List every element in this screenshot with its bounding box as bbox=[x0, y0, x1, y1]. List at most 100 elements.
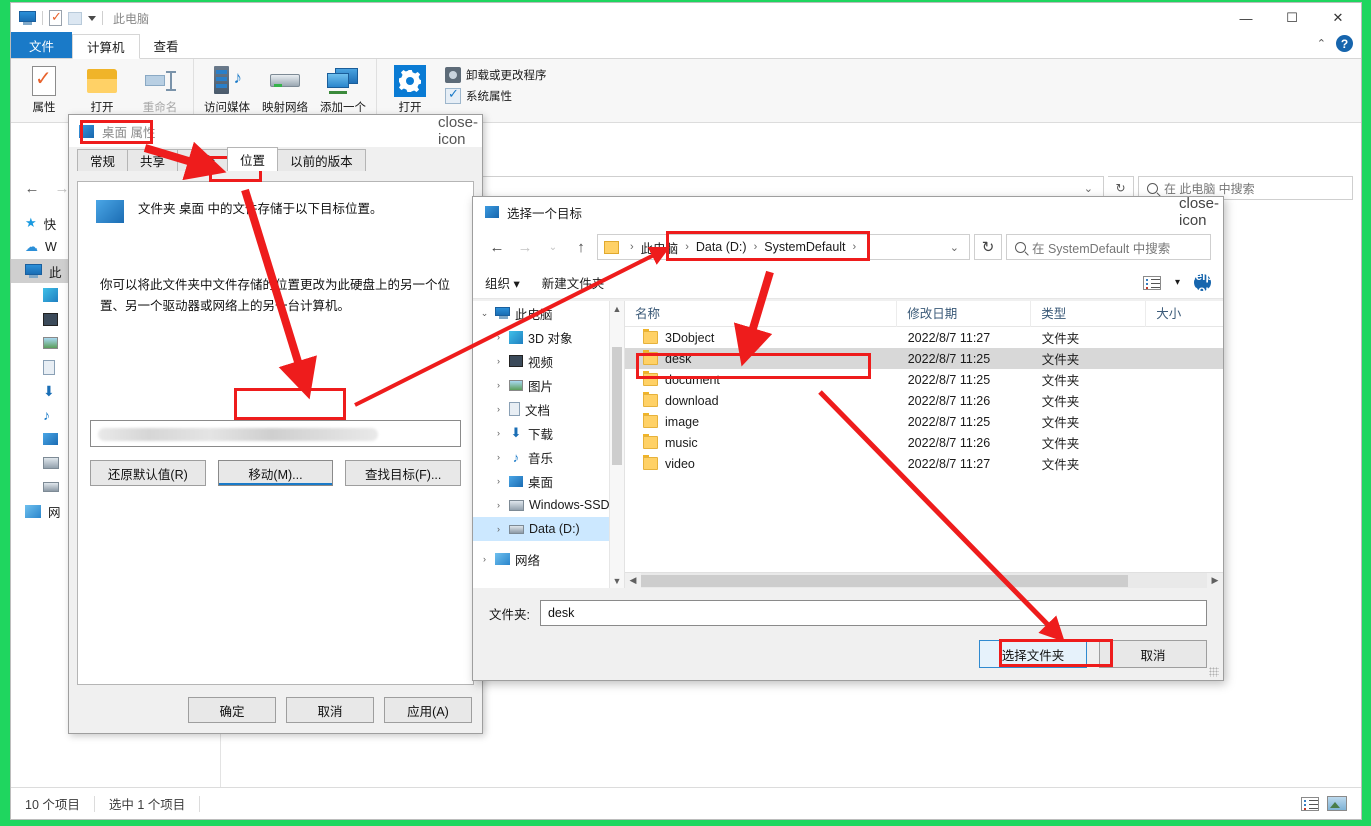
tree-item-pictures[interactable]: › 图片 bbox=[473, 373, 624, 397]
move-button[interactable]: 移动(M)... bbox=[217, 460, 334, 486]
ribbon-open-settings-button[interactable]: 打开 bbox=[383, 62, 437, 115]
forward-arrow-icon[interactable]: → bbox=[513, 235, 537, 259]
ribbon-system-properties-item[interactable]: 系统属性 bbox=[445, 86, 547, 104]
ribbon-access-media-button[interactable]: ♪ 访问媒体 bbox=[200, 62, 254, 115]
address-dropdown-icon[interactable]: ⌄ bbox=[1078, 182, 1099, 195]
organize-menu-button[interactable]: 组织 ▾ bbox=[485, 273, 520, 292]
chevron-right-icon[interactable]: › bbox=[493, 524, 504, 534]
tree-item-windows-ssd[interactable]: › Windows-SSD bbox=[473, 493, 624, 517]
ribbon-uninstall-item[interactable]: 卸载或更改程序 bbox=[445, 67, 547, 83]
chevron-right-icon[interactable]: › bbox=[493, 356, 504, 366]
tree-item-this-pc[interactable]: ⌄ 此电脑 bbox=[473, 301, 624, 325]
chevron-right-icon[interactable]: › bbox=[493, 404, 504, 414]
tree-item-data-d[interactable]: › Data (D:) bbox=[473, 517, 624, 541]
close-button[interactable]: ✕ bbox=[1315, 3, 1361, 33]
new-folder-button[interactable]: 新建文件夹 bbox=[542, 273, 605, 292]
tab-view[interactable]: 查看 bbox=[140, 33, 193, 58]
column-header-name[interactable]: 名称 bbox=[625, 301, 898, 327]
tree-scrollbar[interactable]: ▲ ▼ bbox=[609, 301, 624, 588]
tree-item-documents[interactable]: › 文档 bbox=[473, 397, 624, 421]
folder-name-input[interactable]: desk bbox=[539, 600, 1207, 626]
ribbon-open-button[interactable]: 打开 bbox=[75, 62, 129, 115]
chevron-right-icon[interactable]: › bbox=[493, 332, 504, 342]
breadcrumb-data-drive[interactable]: Data (D:) bbox=[696, 240, 747, 254]
tab-security[interactable]: 安全 bbox=[177, 149, 229, 171]
breadcrumb-this-pc[interactable]: 此电脑 bbox=[641, 238, 679, 257]
tab-file[interactable]: 文件 bbox=[11, 32, 73, 58]
scroll-down-icon[interactable]: ▼ bbox=[610, 573, 624, 588]
apply-button[interactable]: 应用(A) bbox=[384, 697, 472, 723]
table-row[interactable]: image 2022/8/7 11:25 文件夹 bbox=[625, 411, 1223, 432]
monitor-icon[interactable] bbox=[19, 11, 36, 25]
scroll-track[interactable] bbox=[641, 572, 1207, 589]
scroll-thumb[interactable] bbox=[641, 574, 1128, 587]
chevron-right-icon[interactable]: › bbox=[493, 476, 504, 486]
column-header-size[interactable]: 大小 bbox=[1146, 301, 1223, 327]
scroll-up-icon[interactable]: ▲ bbox=[610, 301, 624, 316]
close-icon[interactable]: close-icon bbox=[1179, 195, 1221, 229]
large-icons-view-icon[interactable] bbox=[1327, 796, 1347, 811]
tab-general[interactable]: 常规 bbox=[77, 149, 129, 171]
chevron-down-icon[interactable]: ⌄ bbox=[479, 308, 490, 319]
chevron-down-icon[interactable] bbox=[88, 15, 96, 21]
tree-item-downloads[interactable]: › ⬇ 下载 bbox=[473, 421, 624, 445]
scroll-left-icon[interactable]: ◀ bbox=[625, 575, 641, 586]
chevron-right-icon[interactable]: › bbox=[493, 380, 504, 390]
resize-grip-icon[interactable] bbox=[1209, 667, 1219, 677]
close-icon[interactable]: close-icon bbox=[438, 114, 478, 148]
recent-locations-icon[interactable]: ⌄ bbox=[541, 235, 565, 259]
back-arrow-icon[interactable]: ← bbox=[485, 235, 509, 259]
properties-checkmark-icon[interactable] bbox=[49, 9, 62, 26]
chevron-right-icon[interactable]: › bbox=[493, 428, 504, 438]
scroll-thumb[interactable] bbox=[612, 347, 622, 465]
breadcrumb-systemdefault[interactable]: SystemDefault bbox=[764, 240, 845, 254]
tab-sharing[interactable]: 共享 bbox=[127, 149, 179, 171]
view-options-icon[interactable] bbox=[1142, 275, 1161, 290]
location-path-input[interactable] bbox=[90, 420, 461, 447]
table-row[interactable]: download 2022/8/7 11:26 文件夹 bbox=[625, 390, 1223, 411]
horizontal-scrollbar[interactable]: ◀ ▶ bbox=[625, 572, 1223, 589]
tree-item-network[interactable]: › 网络 bbox=[473, 547, 624, 571]
chevron-right-icon[interactable]: › bbox=[493, 500, 504, 510]
chevron-down-icon[interactable]: ⌄ bbox=[944, 241, 965, 254]
chevron-right-icon[interactable]: › bbox=[479, 554, 490, 564]
cancel-button[interactable]: 取消 bbox=[286, 697, 374, 723]
tab-computer[interactable]: 计算机 bbox=[72, 34, 140, 59]
back-arrow-icon[interactable]: ← bbox=[19, 175, 45, 201]
find-target-button[interactable]: 查找目标(F)... bbox=[345, 460, 462, 486]
tree-item-3d-objects[interactable]: › 3D 对象 bbox=[473, 325, 624, 349]
ribbon-map-network-button[interactable]: 映射网络 bbox=[258, 62, 312, 115]
ribbon-rename-button[interactable]: 重命名 bbox=[133, 62, 187, 115]
tab-location[interactable]: 位置 bbox=[227, 147, 279, 171]
cancel-button[interactable]: 取消 bbox=[1099, 640, 1207, 668]
table-row[interactable]: 3Dobject 2022/8/7 11:27 文件夹 bbox=[625, 327, 1223, 348]
tree-item-music[interactable]: › ♪ 音乐 bbox=[473, 445, 624, 469]
table-row[interactable]: document 2022/8/7 11:25 文件夹 bbox=[625, 369, 1223, 390]
restore-default-button[interactable]: 还原默认值(R) bbox=[90, 460, 206, 486]
ribbon-properties-button[interactable]: 属性 bbox=[17, 62, 71, 115]
picker-search-input[interactable]: 在 SystemDefault 中搜索 bbox=[1006, 234, 1211, 260]
ok-button[interactable]: 确定 bbox=[188, 697, 276, 723]
select-folder-button[interactable]: 选择文件夹 bbox=[979, 640, 1087, 668]
table-row[interactable]: video 2022/8/7 11:27 文件夹 bbox=[625, 453, 1223, 474]
collapse-ribbon-icon[interactable]: ⌃ bbox=[1317, 37, 1326, 50]
maximize-button[interactable]: ☐ bbox=[1269, 3, 1315, 33]
table-row[interactable]: music 2022/8/7 11:26 文件夹 bbox=[625, 432, 1223, 453]
up-arrow-icon[interactable]: ↑ bbox=[569, 235, 593, 259]
tab-previous-versions[interactable]: 以前的版本 bbox=[277, 149, 366, 171]
details-view-icon[interactable] bbox=[1301, 796, 1319, 811]
table-row[interactable]: desk 2022/8/7 11:25 文件夹 bbox=[625, 348, 1223, 369]
ribbon-add-network-location-button[interactable]: 添加一个 bbox=[316, 62, 370, 115]
tree-item-desktop[interactable]: › 桌面 bbox=[473, 469, 624, 493]
breadcrumb[interactable]: › 此电脑 › Data (D:) › SystemDefault › ⌄ bbox=[597, 234, 970, 260]
refresh-icon[interactable]: ↻ bbox=[974, 234, 1002, 260]
chevron-right-icon[interactable]: › bbox=[493, 452, 504, 462]
column-header-type[interactable]: 类型 bbox=[1031, 301, 1147, 327]
help-icon[interactable]: help-icon bbox=[1188, 269, 1217, 297]
scroll-right-icon[interactable]: ▶ bbox=[1207, 575, 1223, 586]
chevron-down-icon[interactable]: ▾ bbox=[1175, 277, 1180, 288]
column-header-date[interactable]: 修改日期 bbox=[897, 301, 1032, 327]
minimize-button[interactable]: — bbox=[1223, 3, 1269, 33]
tree-item-videos[interactable]: › 视频 bbox=[473, 349, 624, 373]
folder-icon[interactable] bbox=[68, 11, 82, 25]
